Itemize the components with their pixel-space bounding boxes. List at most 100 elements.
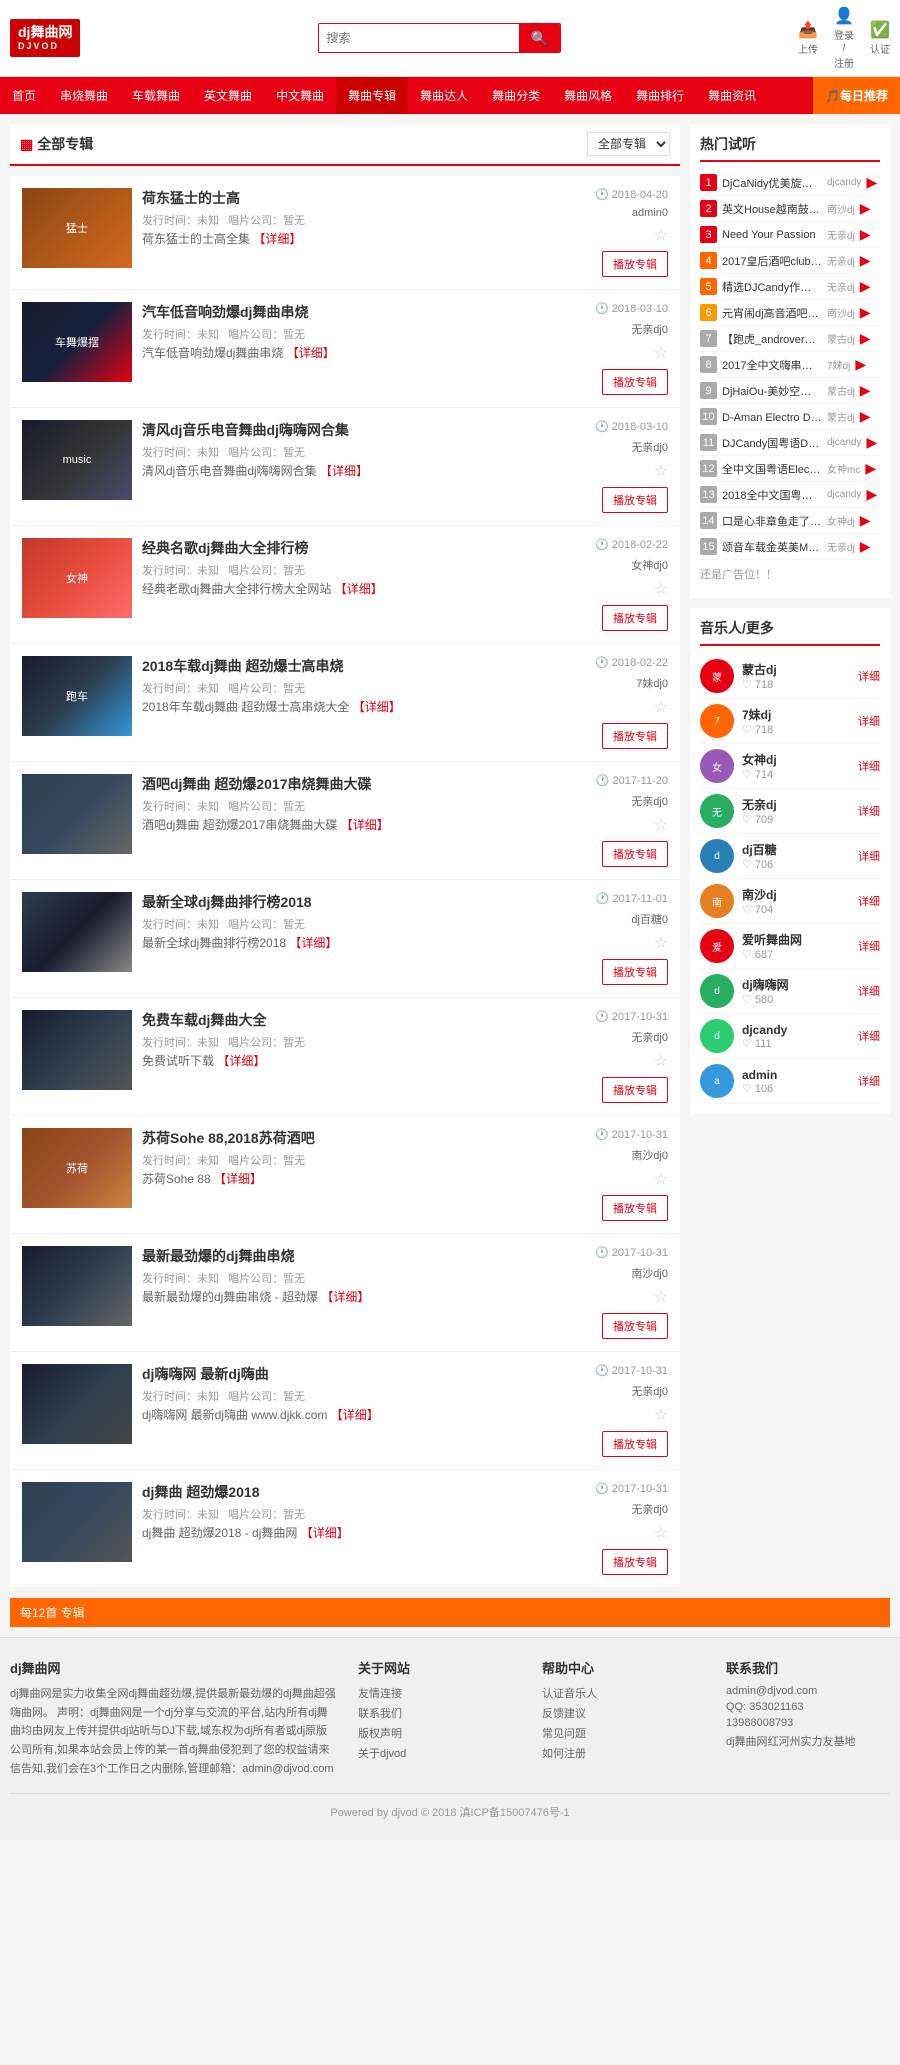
- musician-name[interactable]: 无亲dj: [742, 796, 850, 813]
- album-detail-link[interactable]: 【详细】: [331, 1408, 379, 1422]
- album-detail-link[interactable]: 【详细】: [320, 464, 368, 478]
- album-title[interactable]: dj舞曲 超劲爆2018: [142, 1482, 548, 1502]
- musician-detail-btn[interactable]: 详细: [858, 1028, 880, 1044]
- album-title[interactable]: 2018车载dj舞曲 超劲爆士高串烧: [142, 656, 548, 676]
- footer-help-link[interactable]: 如何注册: [542, 1745, 706, 1761]
- musician-detail-btn[interactable]: 详细: [858, 758, 880, 774]
- nav-english[interactable]: 英文舞曲: [192, 77, 264, 114]
- album-title[interactable]: 清风dj音乐电音舞曲dj嗨嗨网合集: [142, 420, 548, 440]
- album-play-btn[interactable]: 播放专辑: [602, 369, 668, 395]
- musician-name[interactable]: 7妹dj: [742, 706, 850, 723]
- footer-link[interactable]: 版权声明: [358, 1725, 522, 1741]
- album-star[interactable]: ☆: [654, 1051, 668, 1071]
- hot-play-icon[interactable]: ▶: [860, 408, 871, 425]
- album-title[interactable]: 汽车低音响劲爆dj舞曲串烧: [142, 302, 548, 322]
- logo[interactable]: dj舞曲网 DJVOD: [10, 19, 80, 57]
- album-detail-link[interactable]: 【详细】: [217, 1054, 265, 1068]
- hot-title[interactable]: 颂音车载金英美Mashup上...: [722, 539, 822, 555]
- album-play-btn[interactable]: 播放专辑: [602, 723, 668, 749]
- album-play-btn[interactable]: 播放专辑: [602, 605, 668, 631]
- album-star[interactable]: ☆: [654, 1523, 668, 1543]
- album-title[interactable]: 经典名歌dj舞曲大全排行榜: [142, 538, 548, 558]
- album-star[interactable]: ☆: [654, 815, 668, 835]
- musician-name[interactable]: dj嗨嗨网: [742, 976, 850, 993]
- hot-title[interactable]: 2018全中文国粤语DjCand...: [722, 487, 822, 503]
- nav-zixun[interactable]: 舞曲资讯: [696, 77, 768, 114]
- album-title[interactable]: 酒吧dj舞曲 超劲爆2017串烧舞曲大碟: [142, 774, 548, 794]
- hot-title[interactable]: 精选DJCandy作品超强至...: [722, 279, 822, 295]
- footer-link[interactable]: 关于djvod: [358, 1745, 522, 1761]
- musician-detail-btn[interactable]: 详细: [858, 983, 880, 999]
- hot-play-icon[interactable]: ▶: [860, 330, 871, 347]
- album-play-btn[interactable]: 播放专辑: [602, 1313, 668, 1339]
- nav-chezai[interactable]: 车载舞曲: [120, 77, 192, 114]
- hot-play-icon[interactable]: ▶: [860, 200, 871, 217]
- verify-label[interactable]: 认证: [870, 41, 890, 56]
- nav-daily[interactable]: 🎵每日推荐: [813, 77, 900, 114]
- hot-play-icon[interactable]: ▶: [860, 382, 871, 399]
- album-star[interactable]: ☆: [654, 343, 668, 363]
- hot-play-icon[interactable]: ▶: [860, 538, 871, 555]
- album-star[interactable]: ☆: [654, 1287, 668, 1307]
- footer-help-link[interactable]: 常见问题: [542, 1725, 706, 1741]
- album-detail-link[interactable]: 【详细】: [301, 1526, 349, 1540]
- hot-title[interactable]: 全中文国粤语ElectroHous...: [722, 461, 822, 477]
- hot-play-icon[interactable]: ▶: [866, 174, 877, 191]
- musician-detail-btn[interactable]: 详细: [858, 1073, 880, 1089]
- musician-name[interactable]: djcandy: [742, 1023, 850, 1037]
- album-title[interactable]: 苏荷Sohe 88,2018苏荷酒吧: [142, 1128, 548, 1148]
- nav-chinese[interactable]: 中文舞曲: [264, 77, 336, 114]
- album-star[interactable]: ☆: [654, 225, 668, 245]
- album-detail-link[interactable]: 【详细】: [214, 1172, 262, 1186]
- hot-play-icon[interactable]: ▶: [855, 356, 866, 373]
- album-title[interactable]: 荷东猛士的士高: [142, 188, 548, 208]
- hot-title[interactable]: 口是心非章鱼走了什么金中...: [722, 513, 822, 529]
- nav-fengge[interactable]: 舞曲风格: [552, 77, 624, 114]
- album-detail-link[interactable]: 【详细】: [289, 936, 337, 950]
- album-play-btn[interactable]: 播放专辑: [602, 251, 668, 277]
- album-play-btn[interactable]: 播放专辑: [602, 841, 668, 867]
- nav-home[interactable]: 首页: [0, 77, 48, 114]
- hot-play-icon[interactable]: ▶: [865, 460, 876, 477]
- search-input[interactable]: [319, 24, 519, 52]
- album-star[interactable]: ☆: [654, 461, 668, 481]
- album-title[interactable]: dj嗨嗨网 最新dj嗨曲: [142, 1364, 548, 1384]
- footer-help-link[interactable]: 认证音乐人: [542, 1685, 706, 1701]
- musician-detail-btn[interactable]: 详细: [858, 848, 880, 864]
- hot-title[interactable]: Need Your Passion: [722, 229, 822, 241]
- album-detail-link[interactable]: 【详细】: [341, 818, 389, 832]
- hot-title[interactable]: 英文House越南鼓上头龙...: [722, 201, 822, 217]
- nav-shuanshao[interactable]: 串烧舞曲: [48, 77, 120, 114]
- hot-play-icon[interactable]: ▶: [860, 304, 871, 321]
- musician-detail-btn[interactable]: 详细: [858, 713, 880, 729]
- nav-album[interactable]: 舞曲专辑: [336, 77, 408, 114]
- album-play-btn[interactable]: 播放专辑: [602, 1077, 668, 1103]
- footer-link[interactable]: 联系我们: [358, 1705, 522, 1721]
- album-star[interactable]: ☆: [654, 1405, 668, 1425]
- hot-play-icon[interactable]: ▶: [866, 434, 877, 451]
- hot-play-icon[interactable]: ▶: [860, 252, 871, 269]
- musician-name[interactable]: 南沙dj: [742, 886, 850, 903]
- musician-name[interactable]: 爱听舞曲网: [742, 931, 850, 948]
- filter-select[interactable]: 全部专辑: [587, 132, 670, 156]
- musician-detail-btn[interactable]: 详细: [858, 803, 880, 819]
- album-play-btn[interactable]: 播放专辑: [602, 1431, 668, 1457]
- hot-title[interactable]: 2017全中文嗨串烧烧大碟: [722, 357, 822, 373]
- hot-title[interactable]: DjHaiOu-美妙空间时尚Sh...: [722, 383, 822, 399]
- register-label[interactable]: 注册: [834, 55, 854, 70]
- musician-name[interactable]: dj百糖: [742, 841, 850, 858]
- hot-title[interactable]: DJCandy国粤语DJCandy...: [722, 435, 822, 451]
- hot-title[interactable]: D-Aman Electro Dance-飞...: [722, 409, 822, 425]
- hot-play-icon[interactable]: ▶: [866, 486, 877, 503]
- musician-detail-btn[interactable]: 详细: [858, 668, 880, 684]
- album-play-btn[interactable]: 播放专辑: [602, 959, 668, 985]
- nav-fenlei[interactable]: 舞曲分类: [480, 77, 552, 114]
- musician-detail-btn[interactable]: 详细: [858, 938, 880, 954]
- album-detail-link[interactable]: 【详细】: [287, 346, 335, 360]
- album-star[interactable]: ☆: [654, 1169, 668, 1189]
- album-detail-link[interactable]: 【详细】: [321, 1290, 369, 1304]
- album-play-btn[interactable]: 播放专辑: [602, 1195, 668, 1221]
- album-star[interactable]: ☆: [654, 933, 668, 953]
- album-star[interactable]: ☆: [654, 697, 668, 717]
- hot-play-icon[interactable]: ▶: [860, 226, 871, 243]
